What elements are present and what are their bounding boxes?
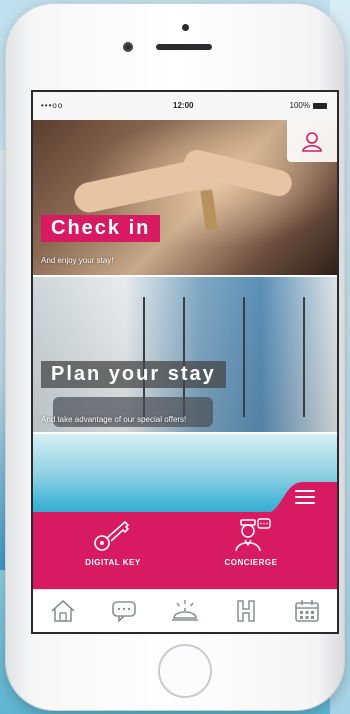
window-frame (243, 297, 245, 417)
service-bell-icon (171, 600, 198, 621)
hotel-icon (237, 600, 255, 622)
tab-service[interactable] (167, 596, 203, 626)
hamburger-menu-icon[interactable] (295, 490, 315, 504)
concierge-button[interactable]: CONCIERGE (191, 512, 311, 592)
key-icon (94, 520, 130, 551)
bottom-tab-bar (33, 589, 337, 632)
phone-frame: •••oo 12:00 100% Check in And enjoy your… (6, 4, 344, 710)
window-frame (303, 297, 305, 417)
status-bar: •••oo 12:00 100% (33, 92, 337, 120)
key-tag-image (200, 189, 218, 231)
checkin-subtitle: And enjoy your stay! (41, 256, 114, 265)
home-button[interactable] (158, 644, 212, 698)
concierge-icon (235, 518, 271, 552)
proximity-sensor (123, 42, 133, 52)
tab-hotel[interactable] (228, 596, 264, 626)
tab-calendar[interactable] (289, 596, 325, 626)
chat-icon (112, 601, 136, 623)
battery-percent: 100% (289, 101, 310, 110)
calendar-icon (294, 600, 319, 622)
earpiece-speaker (156, 44, 212, 50)
status-carrier: •••oo (41, 101, 64, 110)
front-camera (182, 24, 189, 31)
tab-home[interactable] (45, 596, 81, 626)
status-battery: 100% (290, 101, 327, 110)
plan-stay-title: Plan your stay (41, 361, 226, 388)
concierge-label: CONCIERGE (224, 558, 278, 567)
digital-key-button[interactable]: DIGITAL KEY (53, 512, 173, 592)
plan-stay-panel[interactable]: Plan your stay And take advantage of our… (33, 277, 337, 432)
tab-chat[interactable] (106, 596, 142, 626)
menu-wave-shape (33, 482, 337, 514)
profile-button[interactable] (287, 120, 337, 162)
status-time: 12:00 (173, 101, 194, 110)
user-icon (302, 132, 322, 152)
plan-stay-subtitle: And take advantage of our special offers… (41, 415, 187, 424)
phone-screen: •••oo 12:00 100% Check in And enjoy your… (31, 90, 339, 634)
home-icon (51, 599, 75, 622)
checkin-title: Check in (41, 215, 161, 242)
main-menu: DIGITAL KEY CONCIERGE (33, 482, 337, 592)
menu-body: DIGITAL KEY CONCIERGE (33, 512, 337, 592)
battery-icon (313, 102, 327, 109)
digital-key-label: DIGITAL KEY (85, 558, 141, 567)
checkin-panel[interactable]: Check in And enjoy your stay! (33, 120, 337, 275)
hand-right-image (181, 147, 295, 199)
